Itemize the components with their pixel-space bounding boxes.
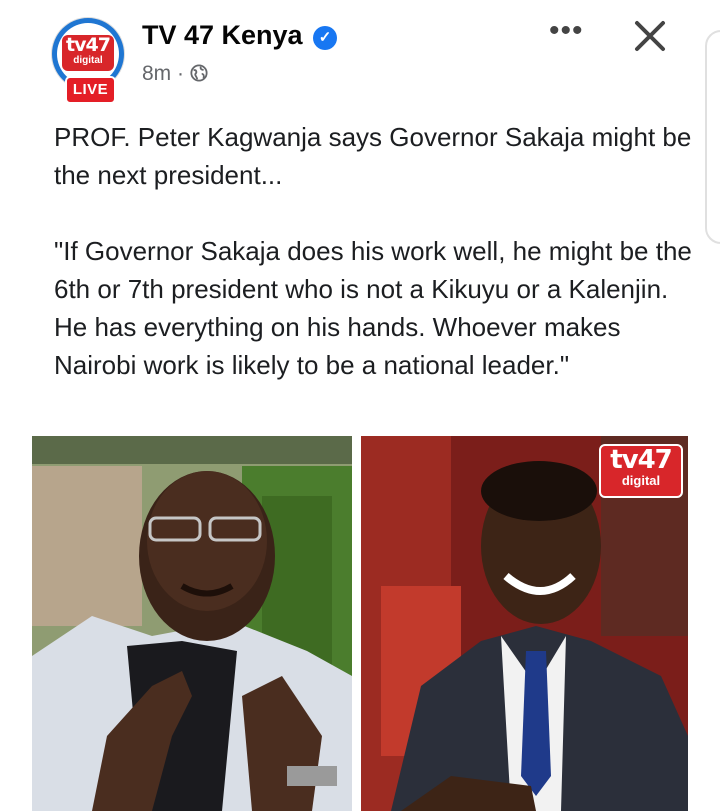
- post-header: tv47 digital LIVE TV 47 Kenya ✓ 8m · •••: [0, 0, 720, 110]
- tv47-watermark: tv47 digital: [599, 444, 683, 498]
- more-options-icon[interactable]: •••: [549, 16, 589, 46]
- live-badge: LIVE: [65, 76, 116, 104]
- page-avatar[interactable]: tv47 digital LIVE: [52, 18, 128, 104]
- photo-left-image: [32, 436, 352, 811]
- post-text: PROF. Peter Kagwanja says Governor Sakaj…: [54, 118, 694, 384]
- watermark-subtext: digital: [621, 473, 661, 488]
- post-paragraph: PROF. Peter Kagwanja says Governor Sakaj…: [54, 122, 692, 190]
- post-time[interactable]: 8m: [142, 62, 171, 85]
- post-paragraph: "If Governor Sakaja does his work well, …: [54, 236, 692, 380]
- close-x-glyph: [635, 21, 665, 51]
- logo-text: tv47: [66, 34, 111, 56]
- photo-left[interactable]: [32, 436, 352, 811]
- close-icon[interactable]: [628, 14, 672, 58]
- post-meta: 8m ·: [142, 62, 208, 86]
- meta-separator: ·: [177, 62, 185, 85]
- photo-right[interactable]: tv47 digital: [361, 436, 688, 811]
- watermark-text: tv47: [610, 445, 673, 475]
- verified-badge-icon: ✓: [313, 26, 337, 50]
- page-name[interactable]: TV 47 Kenya: [142, 20, 303, 51]
- logo-subtext: digital: [73, 55, 103, 66]
- adjacent-card-edge: [705, 30, 720, 244]
- globe-icon[interactable]: [190, 64, 208, 82]
- tv47-logo: tv47 digital: [62, 35, 114, 71]
